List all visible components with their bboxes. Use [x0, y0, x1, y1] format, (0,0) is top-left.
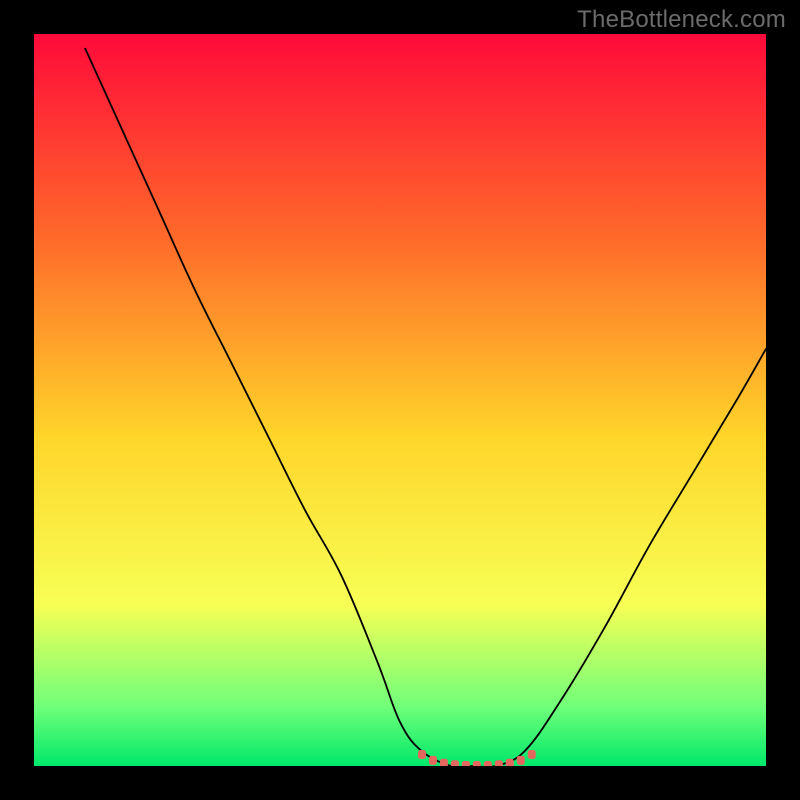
chart-svg: [34, 34, 766, 766]
optimal-dot: [473, 761, 481, 766]
optimal-dot: [484, 761, 492, 766]
gradient-background: [34, 34, 766, 766]
watermark-text: TheBottleneck.com: [577, 6, 786, 34]
optimal-dot: [528, 750, 536, 759]
optimal-dot: [418, 750, 426, 759]
optimal-dot: [495, 760, 503, 766]
optimal-dot: [429, 756, 437, 765]
optimal-dot: [440, 759, 448, 766]
optimal-dot: [462, 761, 470, 766]
chart-frame: TheBottleneck.com: [0, 0, 800, 800]
optimal-dot: [517, 756, 525, 765]
optimal-dot: [451, 760, 459, 766]
optimal-dot: [506, 759, 514, 766]
plot-area: [34, 34, 766, 766]
